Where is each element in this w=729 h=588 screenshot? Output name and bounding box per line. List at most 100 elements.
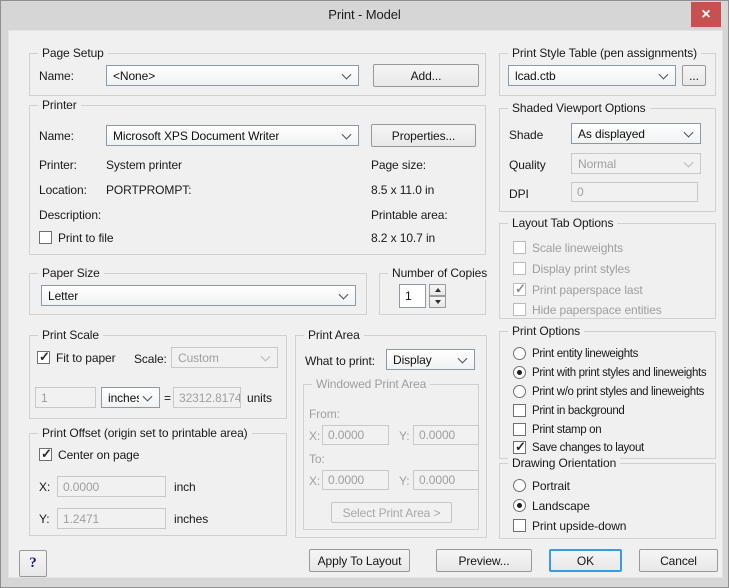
shade-value: As displayed (578, 127, 645, 141)
offset-x-unit: inch (174, 480, 196, 494)
add-button[interactable]: Add... (373, 64, 479, 87)
what-to-print-select[interactable]: Display (386, 349, 475, 370)
apply-to-layout-label: Apply To Layout (318, 554, 402, 568)
help-button[interactable]: ? (19, 550, 47, 577)
print-in-background-label: Print in background (532, 405, 624, 417)
print-entity-lineweights-radio[interactable] (513, 347, 526, 360)
browse-button-label: ... (689, 69, 699, 83)
hide-paperspace-entities-label: Hide paperspace entities (532, 303, 662, 317)
printer-name-value: Microsoft XPS Document Writer (113, 129, 279, 143)
offset-y-unit: inches (174, 512, 208, 526)
scale-denominator-value: 32312.8174 (179, 391, 241, 405)
display-print-styles-label: Display print styles (532, 262, 630, 276)
what-to-print-value: Display (393, 353, 432, 367)
landscape-radio[interactable] (513, 499, 526, 512)
printer-type-value: System printer (106, 158, 182, 172)
paper-size-select[interactable]: Letter (41, 285, 356, 306)
copies-spinner (429, 284, 446, 308)
print-in-background-checkbox[interactable] (513, 404, 526, 417)
print-style-value: lcad.ctb (515, 69, 556, 83)
help-icon: ? (29, 555, 36, 572)
print-without-styles-radio[interactable] (513, 385, 526, 398)
from-x-field: 0.0000 (322, 425, 389, 445)
spin-down-button[interactable] (429, 296, 446, 308)
print-style-select[interactable]: lcad.ctb (508, 65, 676, 86)
copies-input[interactable]: 1 (399, 284, 426, 308)
fit-to-paper-label: Fit to paper (56, 351, 116, 365)
units-label: units (247, 391, 272, 405)
print-stamp-on-checkbox[interactable] (513, 423, 526, 436)
spin-up-button[interactable] (429, 284, 446, 296)
fit-to-paper-checkbox[interactable] (37, 351, 50, 364)
scale-label: Scale: (134, 352, 167, 366)
properties-button[interactable]: Properties... (371, 124, 476, 147)
apply-to-layout-button[interactable]: Apply To Layout (309, 549, 410, 572)
page-setup-name-select[interactable]: <None> (106, 65, 359, 86)
offset-y-field: 1.2471 (57, 508, 166, 529)
add-button-label: Add... (411, 69, 442, 83)
portrait-radio[interactable] (513, 479, 526, 492)
from-y-label: Y: (399, 429, 409, 443)
printer-location-value: PORTPROMPT: (106, 183, 191, 197)
print-without-styles-label: Print w/o print styles and lineweights (532, 386, 704, 398)
print-paperspace-last-label: Print paperspace last (532, 283, 643, 297)
printer-group-title: Printer (38, 98, 81, 112)
to-x-label: X: (309, 474, 320, 488)
print-to-file-checkbox[interactable] (39, 231, 52, 244)
shade-label: Shade (509, 128, 543, 142)
from-x-value: 0.0000 (328, 428, 364, 442)
ok-button[interactable]: OK (549, 549, 622, 572)
print-dialog: Print - Model × Page Setup Name: <None> … (0, 0, 729, 588)
close-button[interactable]: × (691, 2, 721, 27)
select-print-area-button: Select Print Area > (331, 502, 452, 523)
printer-location-label: Location: (39, 183, 87, 197)
scale-lineweights-checkbox (513, 241, 526, 254)
scale-unit-value: inches (108, 391, 139, 405)
copies-title: Number of Copies (388, 266, 491, 280)
print-to-file-label: Print to file (58, 231, 113, 245)
to-label: To: (309, 452, 325, 466)
page-setup-name-label: Name: (39, 69, 74, 83)
cancel-button[interactable]: Cancel (639, 549, 718, 572)
from-y-field: 0.0000 (413, 425, 479, 445)
print-paperspace-last-checkbox (513, 283, 526, 296)
print-upside-down-checkbox[interactable] (513, 519, 526, 532)
from-label: From: (309, 407, 340, 421)
preview-button[interactable]: Preview... (436, 549, 532, 572)
portrait-label: Portrait (532, 479, 570, 493)
to-y-field: 0.0000 (413, 470, 479, 490)
scale-unit-select[interactable]: inches (101, 387, 160, 408)
dpi-field: 0 (571, 182, 698, 202)
printer-description-label: Description: (39, 208, 101, 222)
offset-x-label: X: (39, 480, 50, 494)
print-style-browse-button[interactable]: ... (682, 65, 706, 86)
cancel-label: Cancel (660, 554, 697, 568)
save-changes-to-layout-checkbox[interactable] (513, 441, 526, 454)
printer-name-label: Name: (39, 129, 74, 143)
to-y-label: Y: (399, 474, 409, 488)
to-y-value: 0.0000 (419, 473, 455, 487)
page-size-label: Page size: (371, 158, 426, 172)
page-setup-name-value: <None> (113, 69, 155, 83)
spin-down-icon (435, 300, 441, 304)
hide-paperspace-entities-checkbox (513, 303, 526, 316)
scale-numerator-field: 1 (35, 387, 96, 408)
center-on-page-checkbox[interactable] (39, 448, 52, 461)
printer-name-select[interactable]: Microsoft XPS Document Writer (106, 125, 359, 146)
shade-select[interactable]: As displayed (571, 123, 701, 144)
print-offset-title: Print Offset (origin set to printable ar… (38, 426, 252, 440)
scale-lineweights-label: Scale lineweights (532, 241, 623, 255)
print-with-styles-radio[interactable] (513, 366, 526, 379)
offset-x-field: 0.0000 (57, 476, 166, 497)
windowed-print-area-title: Windowed Print Area (312, 377, 430, 391)
print-stamp-on-label: Print stamp on (532, 424, 601, 436)
scale-numerator-value: 1 (41, 391, 48, 405)
offset-y-value: 1.2471 (63, 512, 99, 526)
layout-tab-options-title: Layout Tab Options (508, 216, 617, 230)
copies-value: 1 (405, 289, 412, 303)
spin-up-icon (435, 288, 441, 292)
quality-label: Quality (509, 158, 546, 172)
scale-value: Custom (178, 351, 219, 365)
scale-denominator-field: 32312.8174 (173, 387, 241, 408)
preview-label: Preview... (458, 554, 509, 568)
